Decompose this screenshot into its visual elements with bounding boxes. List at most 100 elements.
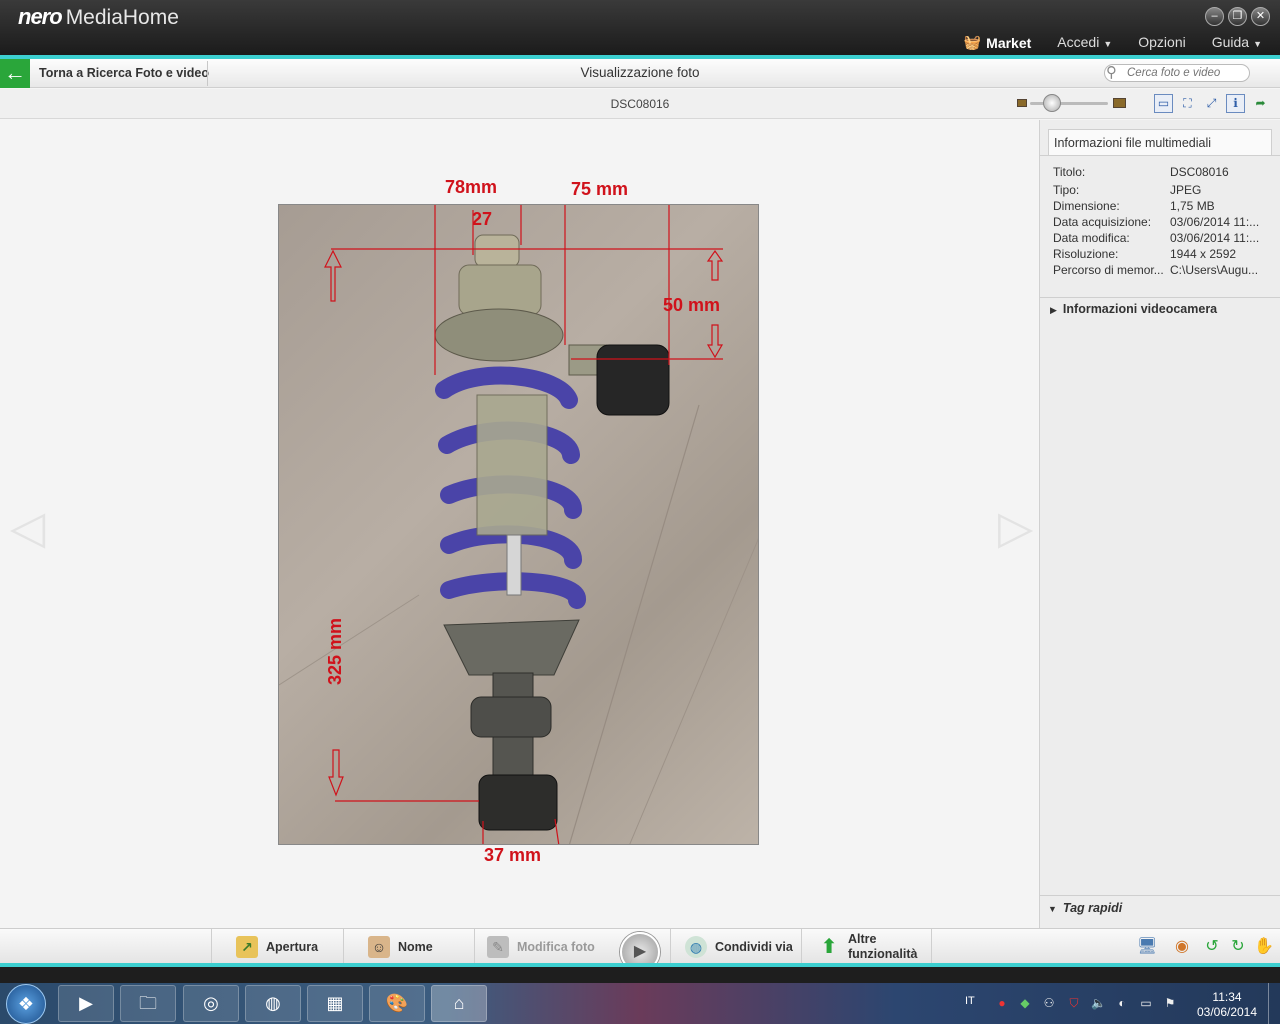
top-menu: 🧺 Market Accedi ▼ Opzioni Guida ▼: [964, 34, 1262, 51]
guida-menu[interactable]: Guida ▼: [1212, 34, 1262, 51]
flag-tray-icon[interactable]: ⚑: [1163, 996, 1177, 1010]
nero-logo: nero: [18, 4, 63, 29]
guida-label: Guida: [1211, 34, 1250, 50]
zoom-in-icon[interactable]: [1113, 98, 1126, 108]
photo-viewer: ◁ ▷ 27 50 mm 325 mm 78mm 75 mm 37 mm: [0, 120, 1038, 928]
rotate-left-icon[interactable]: ↺: [1202, 937, 1222, 957]
basket-icon: 🧺: [963, 34, 982, 50]
hand-icon[interactable]: ✋: [1254, 937, 1274, 957]
clock-time: 11:34: [1212, 990, 1242, 1004]
chrome-taskbar-icon[interactable]: ◎: [183, 985, 239, 1022]
zoom-slider[interactable]: [1030, 102, 1108, 105]
divider: [207, 61, 208, 86]
media-player-taskbar-icon[interactable]: ▶: [58, 985, 114, 1022]
firefox-taskbar-icon[interactable]: ◍: [245, 985, 301, 1022]
apertura-label: Apertura: [266, 940, 319, 954]
clock[interactable]: 11:34 03/06/2014: [1192, 990, 1262, 1020]
previous-photo-icon[interactable]: ◁: [10, 500, 45, 554]
back-button[interactable]: ←: [0, 59, 30, 88]
photo-image: 27 50 mm 325 mm: [278, 204, 759, 845]
restore-button[interactable]: ❐: [1228, 7, 1247, 26]
update-tray-icon[interactable]: ◆: [1018, 996, 1032, 1010]
arrow-left-icon: ←: [4, 60, 26, 85]
app-name: MediaHome: [65, 6, 179, 29]
tab-media-info[interactable]: Informazioni file multimediali: [1048, 129, 1272, 155]
info-row: Risoluzione: 1944 x 2592: [1053, 247, 1237, 261]
info-row: Percorso di memor... C:\Users\Augu...: [1053, 263, 1259, 277]
condividi-label: Condividi via: [715, 940, 793, 954]
nav-bar: ← Torna a Ricerca Foto e video Visualizz…: [0, 59, 1280, 88]
annotation-label: 50 mm: [663, 295, 720, 315]
altre-funzionalita-button[interactable]: ⬆ Altre funzionalità: [801, 929, 931, 965]
info-row: Tipo: JPEG: [1053, 183, 1202, 197]
start-button[interactable]: ❖: [6, 984, 46, 1024]
divider: [931, 929, 932, 965]
fullscreen-icon[interactable]: ⛶: [1178, 94, 1197, 113]
edit-photo-icon: ✎: [487, 936, 509, 958]
modifica-foto-button[interactable]: ✎ Modifica foto: [474, 929, 608, 965]
chevron-down-icon: ▼: [1048, 904, 1057, 914]
antivirus-tray-icon[interactable]: ●: [995, 996, 1009, 1010]
speaker-tray-icon[interactable]: 🔈: [1091, 996, 1106, 1010]
person-icon: ☺: [368, 936, 390, 958]
fit-window-icon[interactable]: ▭: [1154, 94, 1173, 113]
opzioni-menu[interactable]: Opzioni: [1138, 34, 1185, 51]
title-bar: nero MediaHome – ❐ ✕ 🧺 Market Accedi ▼ Opz…: [0, 0, 1280, 57]
market-label: Market: [986, 34, 1032, 51]
share-user-icon[interactable]: ➦: [1251, 94, 1270, 113]
zoom-out-icon[interactable]: [1017, 99, 1027, 107]
search-icon[interactable]: ⚲: [1106, 63, 1122, 81]
nero-home-taskbar-icon[interactable]: ⌂: [431, 985, 487, 1022]
video-info-section[interactable]: ▶ Informazioni videocamera: [1050, 302, 1217, 316]
calculator-taskbar-icon[interactable]: ▦: [307, 985, 363, 1022]
chevron-down-icon: ▼: [1253, 39, 1262, 49]
info-row: Titolo: DSC08016: [1053, 165, 1229, 179]
show-desktop-button[interactable]: [1268, 983, 1280, 1024]
nome-label: Nome: [398, 940, 433, 954]
burn-disc-icon[interactable]: ◉: [1172, 937, 1192, 957]
play-icon: ▶: [633, 943, 647, 960]
annotation-label: 27: [472, 209, 492, 229]
info-row: Data acquisizione: 03/06/2014 11:...: [1053, 215, 1260, 229]
shield-tray-icon[interactable]: ⛉: [1067, 996, 1081, 1010]
minimize-button[interactable]: –: [1205, 7, 1224, 26]
condividi-button[interactable]: ◍ Condividi via: [670, 929, 801, 965]
paint-taskbar-icon[interactable]: 🎨: [369, 985, 425, 1022]
shock-absorber-photo: 27 50 mm 325 mm: [279, 205, 758, 844]
annotation-label: 78mm: [445, 177, 498, 197]
back-label[interactable]: Torna a Ricerca Foto e video: [39, 66, 209, 80]
rotate-right-icon[interactable]: ↻: [1228, 937, 1248, 957]
divider: [1040, 895, 1280, 896]
close-button[interactable]: ✕: [1251, 7, 1270, 26]
annotation-label: 37 mm: [484, 845, 542, 865]
window-bottom-border: [0, 967, 1280, 983]
viewer-toolbar: DSC08016 ▭ ⛶ ⤢ ℹ ➦: [0, 89, 1280, 119]
language-indicator[interactable]: IT: [965, 995, 975, 1007]
accedi-menu[interactable]: Accedi ▼: [1057, 34, 1112, 51]
network-tray-icon[interactable]: ⚇: [1042, 996, 1056, 1010]
divider: [1040, 297, 1280, 298]
nome-button[interactable]: ☺ Nome: [343, 929, 474, 965]
chevron-right-icon: ▶: [1050, 305, 1057, 315]
accedi-label: Accedi: [1057, 34, 1100, 50]
volume-tray-icon[interactable]: ◐: [1115, 996, 1129, 1010]
monitor-icon[interactable]: 🖥: [1137, 937, 1157, 957]
market-menu[interactable]: 🧺 Market: [964, 34, 1032, 51]
expand-icon[interactable]: ⤢: [1202, 94, 1221, 113]
arrow-up-icon: ⬆: [820, 936, 838, 958]
apertura-button[interactable]: ↗ Apertura: [211, 929, 343, 965]
zoom-slider-thumb[interactable]: [1043, 94, 1061, 112]
chevron-down-icon: ▼: [1103, 39, 1113, 49]
info-icon[interactable]: ℹ: [1226, 94, 1245, 113]
search-input[interactable]: [1104, 64, 1250, 82]
globe-share-icon: ◍: [685, 936, 707, 958]
info-row: Dimensione: 1,75 MB: [1053, 199, 1215, 213]
quick-tags-section[interactable]: ▼ Tag rapidi: [1048, 901, 1122, 915]
explorer-taskbar-icon[interactable]: 🗀: [120, 985, 176, 1022]
modifica-label: Modifica foto: [517, 940, 595, 954]
next-photo-icon[interactable]: ▷: [998, 500, 1033, 554]
display-tray-icon[interactable]: ▭: [1139, 996, 1153, 1010]
info-row: Data modifica: 03/06/2014 11:...: [1053, 231, 1260, 245]
windows-logo-icon: ❖: [17, 994, 35, 1014]
clock-date: 03/06/2014: [1196, 1005, 1258, 1019]
